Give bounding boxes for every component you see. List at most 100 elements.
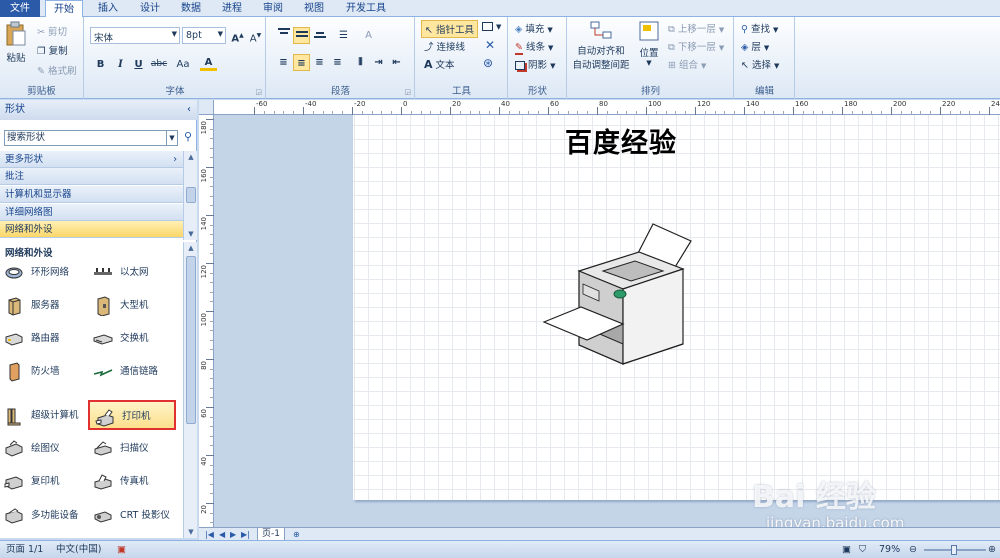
pointer-tool-button[interactable]: ↖ 指针工具 [421, 20, 479, 38]
shape-mainframe[interactable]: 大型机 [93, 291, 181, 321]
justify-button[interactable]: ≡ [329, 54, 346, 71]
scroll-thumb[interactable] [186, 187, 196, 203]
copy-button[interactable]: ❐ 复制 [37, 43, 68, 57]
shape-router[interactable]: 路由器 [4, 324, 92, 354]
italic-button[interactable]: I [112, 56, 129, 73]
auto-align-button[interactable]: 自动对齐和 自动调整间距 [570, 20, 632, 78]
category-callouts[interactable]: 批注 [0, 168, 183, 185]
category-more-shapes[interactable]: 更多形状 › [0, 151, 183, 168]
font-name-select[interactable]: 宋体 ▼ [90, 27, 180, 44]
fill-button[interactable]: ◈ 填充 ▼ [515, 21, 553, 35]
align-center-button[interactable]: ≡ [293, 54, 310, 71]
shape-scanner[interactable]: 扫描仪 [93, 434, 181, 464]
shape-supercomputer[interactable]: 超级计算机 [4, 401, 92, 431]
zoom-in-icon[interactable]: ⊕ [988, 541, 996, 558]
drawing-page[interactable]: 百度经验 [353, 115, 1000, 500]
category-detailed-network[interactable]: 详细网络图 [0, 204, 183, 221]
page-heading-text[interactable]: 百度经验 [565, 121, 677, 160]
status-language[interactable]: 中文(中国) [56, 541, 101, 558]
vertical-ruler[interactable]: 180 160 140 120 100 80 60 40 20 [199, 115, 214, 527]
scroll-down-icon[interactable]: ▼ [184, 526, 198, 538]
fit-page-icon[interactable]: ▣ [842, 541, 851, 558]
horizontal-ruler[interactable]: -60 -40 -20 0 20 40 60 80 100 120 140 160 180 200 220 2… [214, 100, 1000, 115]
connector-button[interactable]: ⤴ 连接线 [424, 39, 465, 53]
stencil-scrollbar[interactable]: ▲ ▼ [183, 242, 197, 538]
tab-data[interactable]: 数据 [174, 0, 208, 17]
align-middle-button[interactable] [293, 27, 310, 44]
search-icon[interactable]: ⚲ [181, 130, 195, 146]
select-button[interactable]: ↖ 选择 ▼ [741, 57, 779, 71]
shape-server[interactable]: 服务器 [4, 291, 92, 321]
shape-printer[interactable]: 打印机 [88, 400, 176, 430]
line-button[interactable]: ✎ 线条 ▼ [515, 39, 553, 55]
category-scrollbar[interactable]: ▲ ▼ [183, 151, 197, 240]
zoom-slider[interactable] [924, 545, 986, 555]
position-button[interactable]: 位置 ▼ [634, 20, 664, 78]
macro-record-icon[interactable]: ▣ [117, 541, 126, 558]
text-rotate-button[interactable]: A [360, 27, 377, 44]
search-shapes-input[interactable]: 搜索形状 [4, 130, 178, 146]
underline-button[interactable]: U [130, 56, 147, 73]
strikethrough-button[interactable]: abc [148, 56, 170, 73]
scroll-up-icon[interactable]: ▲ [184, 242, 198, 254]
shape-crt-projector[interactable]: CRT 投影仪 [93, 501, 181, 531]
scroll-up-icon[interactable]: ▲ [184, 151, 198, 163]
shape-plotter[interactable]: 绘图仪 [4, 434, 92, 464]
change-case-button[interactable]: Aa [172, 56, 194, 73]
close-icon[interactable]: ✕ [485, 38, 495, 52]
zoom-out-icon[interactable]: ⊖ [909, 541, 917, 558]
dialog-launcher-icon[interactable]: ◲ [255, 88, 262, 96]
category-network-peripherals[interactable]: 网络和外设 [0, 221, 183, 238]
shape-ethernet[interactable]: 以太网 [93, 258, 181, 288]
tab-view[interactable]: 视图 [297, 0, 331, 17]
status-page-count[interactable]: 页面 1/1 [6, 541, 43, 558]
shape-comm-link[interactable]: 通信链路 [93, 357, 181, 387]
align-top-button[interactable] [275, 27, 292, 44]
scroll-thumb[interactable] [186, 256, 196, 424]
shape-switch[interactable]: 交换机 [93, 324, 181, 354]
scroll-down-icon[interactable]: ▼ [184, 228, 198, 240]
grow-font-button[interactable]: A▲ [229, 27, 246, 44]
bullets-button[interactable]: ☰ [335, 27, 352, 44]
tab-process[interactable]: 进程 [215, 0, 249, 17]
shape-ring-network[interactable]: 环形网络 [4, 258, 92, 288]
category-computers-monitors[interactable]: 计算机和显示器 [0, 186, 183, 203]
font-size-select[interactable]: 8pt ▼ [182, 27, 226, 44]
format-painter-button[interactable]: ✎ 格式刷 [37, 63, 77, 77]
chevron-down-icon[interactable]: ▼ [166, 131, 177, 145]
align-left-button[interactable]: ≡ [275, 54, 292, 71]
layer-button[interactable]: ◈ 层 ▼ [741, 39, 769, 53]
tab-file[interactable]: 文件 [0, 0, 40, 17]
tab-home[interactable]: 开始 [45, 0, 83, 18]
rectangle-tool-button[interactable]: ▼ [482, 21, 501, 32]
dialog-launcher-icon[interactable]: ◲ [404, 88, 411, 96]
text-direction-button[interactable]: ⇤ [388, 54, 405, 71]
zoom-level[interactable]: 79% [879, 541, 900, 558]
shape-multifunction[interactable]: 多功能设备 [4, 501, 92, 531]
decrease-indent-button[interactable]: ⫴ [352, 54, 369, 71]
find-button[interactable]: ⚲ 查找 ▼ [741, 21, 778, 35]
tab-design[interactable]: 设计 [133, 0, 167, 17]
zoom-slider-thumb[interactable] [951, 545, 957, 555]
tab-insert[interactable]: 插入 [91, 0, 125, 17]
connection-point-icon[interactable]: ⊛ [483, 56, 493, 70]
bold-button[interactable]: B [92, 56, 109, 73]
text-tool-button[interactable]: A 文本 [424, 57, 455, 71]
bring-forward-button[interactable]: ⧉ 上移一层 ▼ [668, 21, 724, 35]
chevron-left-icon[interactable]: ‹ [187, 100, 191, 120]
tab-developer[interactable]: 开发工具 [340, 0, 392, 17]
send-backward-button[interactable]: ⧉ 下移一层 ▼ [668, 39, 724, 53]
shape-firewall[interactable]: 防火墙 [4, 357, 92, 387]
shadow-button[interactable]: 阴影 ▼ [515, 57, 555, 71]
cut-button[interactable]: ✂ 剪切 [37, 24, 67, 38]
printer-shape[interactable] [543, 219, 693, 369]
shrink-font-button[interactable]: A▼ [247, 27, 264, 44]
increase-indent-button[interactable]: ⇥ [370, 54, 387, 71]
align-right-button[interactable]: ≡ [311, 54, 328, 71]
drawing-canvas[interactable]: 百度经验 [214, 115, 1000, 527]
tab-review[interactable]: 审阅 [256, 0, 290, 17]
full-screen-icon[interactable]: ⛉ [859, 541, 866, 558]
group-button[interactable]: ⊞ 组合 ▼ [668, 57, 706, 71]
shape-copier[interactable]: 复印机 [4, 467, 92, 497]
shape-fax[interactable]: 传真机 [93, 467, 181, 497]
